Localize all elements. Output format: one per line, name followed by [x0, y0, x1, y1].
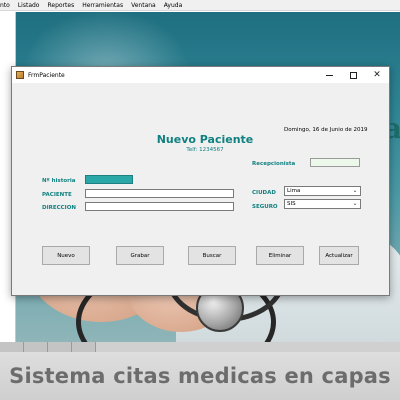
maximize-button[interactable]: [341, 67, 365, 83]
menu-item-ventana[interactable]: Ventana: [127, 0, 160, 10]
seguro-select[interactable]: SIS ⌄: [284, 199, 361, 209]
bottom-tab[interactable]: [48, 342, 72, 352]
menu-item-mantenimiento[interactable]: nto: [0, 0, 14, 10]
form-content: Domingo, 16 de Junio de 2019 Nuevo Pacie…: [12, 83, 389, 297]
recepcionista-label: Recepcionista: [252, 161, 296, 167]
chevron-down-icon: ⌄: [352, 200, 358, 207]
historia-field[interactable]: [85, 175, 133, 184]
main-menubar: nto Listado Reportes Herramientas Ventan…: [0, 0, 400, 11]
bottom-tab[interactable]: [24, 342, 48, 352]
historia-label: Nº historia: [42, 178, 76, 184]
minimize-button[interactable]: [317, 67, 341, 83]
recepcionista-field[interactable]: [310, 158, 360, 167]
close-icon: ✕: [373, 70, 381, 80]
direccion-field[interactable]: [85, 202, 234, 211]
direccion-label: DIRECCION: [42, 205, 77, 211]
date-label: Domingo, 16 de Junio de 2019: [284, 127, 368, 133]
frm-paciente-window: FrmPaciente ✕ Domingo, 16 de Junio de 20…: [11, 66, 390, 296]
ciudad-select[interactable]: Lima ⌄: [284, 186, 361, 196]
minimize-icon: [325, 74, 333, 76]
banner-text: Sistema citas medicas en capas: [9, 364, 391, 388]
buscar-button[interactable]: Buscar: [188, 246, 236, 265]
bottom-tab[interactable]: [72, 342, 96, 352]
bottom-tab[interactable]: [0, 342, 24, 352]
menu-item-reportes[interactable]: Reportes: [43, 0, 78, 10]
bottom-tab-strip: [0, 342, 400, 352]
maximize-icon: [349, 71, 357, 79]
seguro-value: SIS: [287, 201, 296, 207]
menu-item-herramientas[interactable]: Herramientas: [78, 0, 127, 10]
grabar-button[interactable]: Grabar: [116, 246, 164, 265]
paciente-label: PACIENTE: [42, 192, 72, 198]
close-button[interactable]: ✕: [365, 67, 389, 83]
form-title: Nuevo Paciente: [156, 133, 254, 146]
ciudad-label: CIUDAD: [252, 190, 276, 196]
window-title: FrmPaciente: [28, 71, 65, 79]
nuevo-button[interactable]: Nuevo: [42, 246, 90, 265]
paciente-field[interactable]: [85, 189, 234, 198]
menu-item-ayuda[interactable]: Ayuda: [160, 0, 187, 10]
caption-banner: Sistema citas medicas en capas: [0, 352, 400, 400]
menu-item-listado[interactable]: Listado: [14, 0, 44, 10]
form-phone: Telf: 1234567: [186, 147, 224, 153]
ciudad-value: Lima: [287, 188, 301, 194]
window-titlebar[interactable]: FrmPaciente ✕: [12, 67, 389, 83]
chevron-down-icon: ⌄: [352, 187, 358, 194]
actualizar-button[interactable]: Actualizar: [319, 246, 359, 265]
seguro-label: SEGURO: [252, 204, 278, 210]
app-icon: [16, 71, 24, 79]
eliminar-button[interactable]: Eliminar: [256, 246, 304, 265]
